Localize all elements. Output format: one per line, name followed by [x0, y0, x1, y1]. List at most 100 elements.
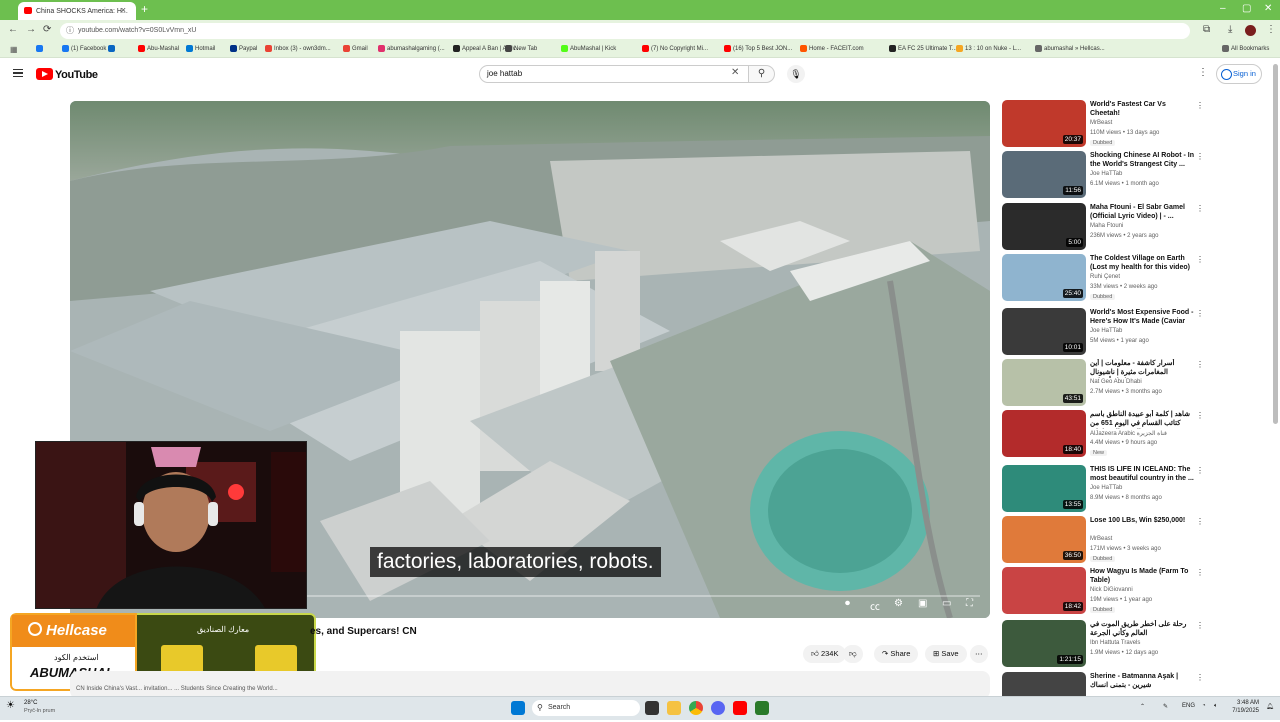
youtube-logo-text[interactable]: YouTube [55, 69, 98, 81]
notifications-icon[interactable]: 🔔︎ [1266, 703, 1274, 710]
recommendation-menu-icon[interactable]: ⋮ [1196, 466, 1204, 475]
channel-name[interactable]: Ruhi Çenet [1090, 274, 1120, 280]
channel-name[interactable]: Joe HaTTab [1090, 171, 1122, 177]
channel-name[interactable]: MrBeast [1090, 536, 1112, 542]
bookmark-item[interactable]: (7) No Copyright Mi... [642, 45, 708, 52]
downloads-icon[interactable]: ⤓ [1228, 24, 1232, 35]
back-icon[interactable]: ← [8, 24, 18, 35]
bookmark-item[interactable]: abumashal » Hellcas... [1035, 45, 1105, 52]
recommended-title[interactable]: World's Most Expensive Food - Here's How… [1090, 308, 1194, 327]
recommendation-menu-icon[interactable]: ⋮ [1196, 411, 1204, 420]
miniplayer-icon[interactable]: ▣ [918, 598, 927, 609]
file-explorer-icon[interactable] [667, 701, 681, 715]
clock-time[interactable]: 3:48 AM [1229, 700, 1259, 706]
recommendation-menu-icon[interactable]: ⋮ [1196, 360, 1204, 369]
more-actions-button[interactable]: ⋯ [970, 645, 988, 663]
channel-name[interactable]: Nick DiGiovanni [1090, 587, 1133, 593]
reload-icon[interactable]: ⟳ [43, 24, 51, 35]
recommended-video[interactable]: 18:40 شاهد | كلمة أبو عبيدة الناطق باسم ك… [1002, 410, 1204, 460]
apps-grid-icon[interactable]: ▦ [10, 45, 18, 54]
autoplay-toggle-icon[interactable]: ⏺ [845, 598, 850, 609]
profile-avatar[interactable] [1245, 25, 1256, 36]
settings-gear-icon[interactable]: ⚙ [894, 598, 903, 609]
discord-icon[interactable] [711, 701, 725, 715]
dislike-button[interactable]: 👎︎ [843, 645, 863, 663]
video-thumbnail[interactable]: 25:40 [1002, 254, 1086, 301]
address-bar[interactable]: ⓘ youtube.com/watch?v=0S0LvVmn_xU [60, 23, 1190, 39]
channel-name[interactable]: Ibn Hattuta Travels [1090, 640, 1140, 646]
recommended-title[interactable]: رحلة على أخطر طريق الموت في العالم وكأني… [1090, 620, 1194, 638]
fullscreen-icon[interactable]: ⛶ [966, 598, 973, 609]
like-button[interactable]: 👍︎ 234K [803, 645, 847, 663]
youtube-logo-icon[interactable] [36, 68, 53, 80]
recommended-title[interactable]: The Coldest Village on Earth (Lost my he… [1090, 254, 1194, 273]
video-thumbnail[interactable]: 18:40 [1002, 410, 1086, 457]
bookmark-item[interactable]: Abu-Mashal [138, 45, 179, 52]
voice-search-button[interactable]: 🎙 [787, 65, 805, 83]
close-window-icon[interactable]: ✕ [1264, 3, 1272, 14]
chrome-taskbar-icon[interactable] [689, 701, 703, 715]
video-thumbnail[interactable]: 10:01 [1002, 308, 1086, 355]
recommended-title[interactable]: Shocking Chinese AI Robot - In the World… [1090, 151, 1194, 169]
recommendation-menu-icon[interactable]: ⋮ [1196, 255, 1204, 264]
video-thumbnail[interactable]: 18:42 [1002, 567, 1086, 614]
video-thumbnail[interactable]: 20:37 [1002, 100, 1086, 147]
save-button[interactable]: ⊞ Save [925, 645, 967, 663]
start-windows-icon[interactable] [511, 701, 525, 715]
channel-name[interactable]: AlJazeera Arabic قناة الجزيرة [1090, 430, 1167, 437]
share-button[interactable]: ↷ Share [874, 645, 919, 663]
recommended-video[interactable]: 18:42 How Wagyu Is Made (Farm To Table) Ni… [1002, 567, 1204, 617]
video-thumbnail[interactable]: 1:21:15 [1002, 620, 1086, 667]
tray-chevron-icon[interactable]: ⌃ [1140, 703, 1145, 710]
recommended-title[interactable]: Lose 100 LBs, Win $250,000! [1090, 516, 1194, 525]
menu-hamburger-icon[interactable] [13, 69, 23, 77]
channel-name[interactable]: Joe HaTTab [1090, 485, 1122, 491]
bookmark-item[interactable]: AbuMashal | Kick [561, 45, 616, 52]
recommended-video[interactable]: 10:01 World's Most Expensive Food - Here'… [1002, 308, 1204, 358]
recommended-title[interactable]: Maha Ftouni - El Sabr Gamel (Official Ly… [1090, 203, 1194, 221]
bookmark-item[interactable]: Gmail [343, 45, 368, 52]
recommended-video[interactable]: 1:21:15 رحلة على أخطر طريق الموت في العال… [1002, 620, 1204, 670]
recommendation-menu-icon[interactable]: ⋮ [1196, 204, 1204, 213]
volume-icon[interactable]: 🔈︎ [1214, 703, 1218, 710]
language-indicator[interactable]: ENG [1182, 703, 1195, 709]
description-box[interactable] [70, 671, 990, 699]
recommended-title[interactable]: THIS IS LIFE IN ICELAND: The most beauti… [1090, 465, 1194, 483]
recommended-video[interactable]: 13:55 THIS IS LIFE IN ICELAND: The most b… [1002, 465, 1204, 515]
recommended-video[interactable]: 11:56 Shocking Chinese AI Robot - In the … [1002, 151, 1204, 201]
wifi-icon[interactable]: ◔ [1202, 703, 1206, 709]
bookmark-item[interactable]: Inbox (3) - own3dm... [265, 45, 331, 52]
search-button[interactable]: ⚲ [749, 65, 775, 83]
recommended-video[interactable]: 5:00 Maha Ftouni - El Sabr Gamel (Officia… [1002, 203, 1204, 253]
search-input[interactable]: joe hattab [479, 65, 749, 83]
extensions-icon[interactable]: ⧉ [1203, 24, 1210, 35]
bookmark-item[interactable]: Home - FACEIT.com [800, 45, 864, 52]
minimize-icon[interactable]: – [1220, 3, 1226, 14]
recommendation-menu-icon[interactable]: ⋮ [1196, 309, 1204, 318]
bookmark-item[interactable] [36, 45, 45, 52]
video-thumbnail[interactable]: 43:51 [1002, 359, 1086, 406]
video-thumbnail[interactable]: 5:00 [1002, 203, 1086, 250]
settings-more-icon[interactable]: ⋮ [1198, 67, 1208, 78]
recommended-video[interactable]: 36:50 Lose 100 LBs, Win $250,000! MrBeast 1… [1002, 516, 1204, 566]
clear-search-icon[interactable]: ✕ [731, 67, 739, 78]
recommendation-menu-icon[interactable]: ⋮ [1196, 101, 1204, 110]
recommendation-menu-icon[interactable]: ⋮ [1196, 152, 1204, 161]
video-thumbnail[interactable]: 11:56 [1002, 151, 1086, 198]
weather-icon[interactable]: ☀ [6, 700, 15, 711]
new-tab-button[interactable]: + [141, 2, 148, 16]
theater-mode-icon[interactable]: ▭ [942, 598, 951, 609]
recommended-video[interactable]: 43:51 أسرار كاشفة - معلومات | أين المغامر… [1002, 359, 1204, 409]
recommended-title[interactable]: أسرار كاشفة - معلومات | أين المغامرات مث… [1090, 359, 1194, 378]
recommended-title[interactable]: World's Fastest Car Vs Cheetah! [1090, 100, 1194, 118]
video-thumbnail[interactable]: 36:50 [1002, 516, 1086, 563]
taskbar-search[interactable]: ⚲ Search [532, 700, 640, 716]
bookmark-item[interactable]: Hotmail [186, 45, 215, 52]
maximize-icon[interactable]: ▢ [1242, 3, 1251, 14]
bookmark-item[interactable]: abumashalgaming (... [378, 45, 445, 52]
bookmark-item[interactable]: EA FC 25 Ultimate T... [889, 45, 957, 52]
site-info-icon[interactable]: ⓘ [66, 23, 74, 39]
bookmark-item[interactable]: (1) Facebook [62, 45, 106, 52]
channel-name[interactable]: Joe HaTTab [1090, 328, 1122, 334]
task-view-icon[interactable] [645, 701, 659, 715]
